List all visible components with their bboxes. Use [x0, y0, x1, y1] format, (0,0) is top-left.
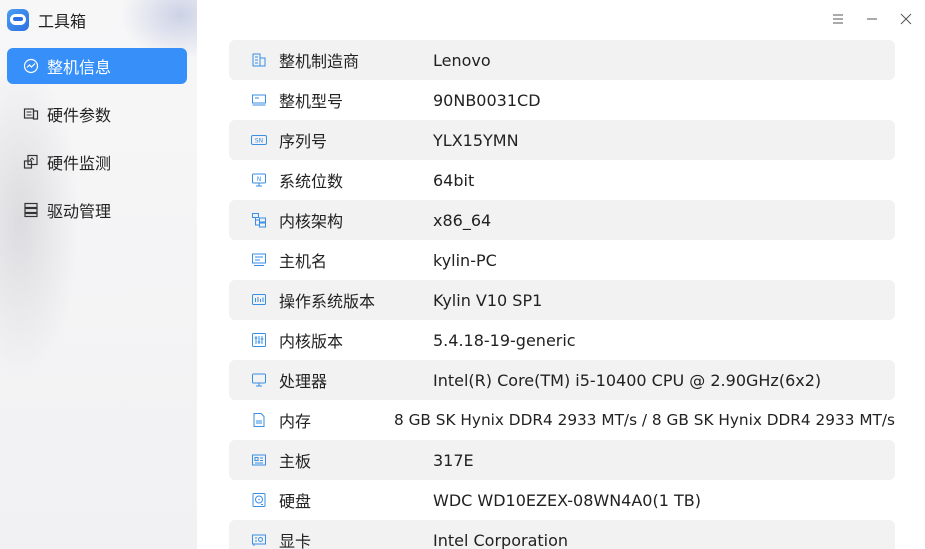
info-row-kernel-version: 内核版本 5.4.18-19-generic: [229, 320, 895, 360]
svg-text:SN: SN: [255, 138, 263, 145]
toolbox-logo-icon: [7, 9, 29, 31]
info-row-os-version: 操作系统版本 Kylin V10 SP1: [229, 280, 895, 320]
info-value: 64bit: [433, 170, 475, 190]
sidebar-item-label: 硬件参数: [47, 106, 112, 125]
sidebar: 工具箱 整机信息 硬件参数 硬件监测 驱动管理: [0, 0, 197, 549]
graphics-card-icon: [251, 532, 267, 548]
motherboard-icon: [251, 452, 267, 468]
menu-icon: [832, 10, 844, 29]
info-value: 8 GB SK Hynix DDR4 2933 MT/s / 8 GB SK H…: [393, 411, 895, 429]
sidebar-item-label: 整机信息: [47, 58, 112, 77]
info-label: 显卡: [279, 532, 312, 549]
info-label: 序列号: [279, 132, 328, 151]
info-row-manufacturer: 整机制造商 Lenovo: [229, 40, 895, 80]
sidebar-nav: 整机信息 硬件参数 硬件监测 驱动管理: [7, 48, 187, 240]
info-value: x86_64: [433, 210, 492, 230]
info-value: Intel(R) Core(TM) i5-10400 CPU @ 2.90GHz…: [433, 370, 822, 390]
info-value: Intel Corporation: [433, 530, 569, 549]
app-title: 工具箱: [38, 12, 87, 31]
close-button[interactable]: [893, 8, 919, 30]
info-row-hostname: 主机名 kylin-PC: [229, 240, 895, 280]
info-label: 硬盘: [279, 492, 312, 511]
info-row-serial: SN 序列号 YLX15YMN: [229, 120, 895, 160]
info-value: Kylin V10 SP1: [433, 290, 543, 310]
info-row-harddisk: 硬盘 WDC WD10EZEX-08WN4A0(1 TB): [229, 480, 895, 520]
kernel-version-icon: [251, 332, 267, 348]
minimize-button[interactable]: [859, 8, 885, 30]
info-row-model: 整机型号 90NB0031CD: [229, 80, 895, 120]
info-value: Lenovo: [433, 50, 491, 70]
menu-button[interactable]: [825, 8, 851, 30]
info-value: 5.4.18-19-generic: [433, 330, 576, 350]
info-icon: [23, 58, 39, 74]
monitor-icon: [23, 154, 39, 170]
info-row-memory: 内存 8 GB SK Hynix DDR4 2933 MT/s / 8 GB S…: [229, 400, 895, 440]
system-bits-icon: N: [251, 172, 267, 188]
info-value: YLX15YMN: [433, 130, 519, 150]
info-label: 操作系统版本: [279, 292, 376, 311]
info-label: 主板: [279, 452, 312, 471]
info-row-architecture: 内核架构 x86_64: [229, 200, 895, 240]
info-value: WDC WD10EZEX-08WN4A0(1 TB): [433, 490, 701, 510]
driver-icon: [23, 202, 39, 218]
info-row-processor: 处理器 Intel(R) Core(TM) i5-10400 CPU @ 2.9…: [229, 360, 895, 400]
sidebar-item-hardware-monitor[interactable]: 硬件监测: [7, 144, 187, 180]
window-controls: [825, 8, 919, 30]
info-label: 内核架构: [279, 212, 344, 231]
architecture-icon: [251, 212, 267, 228]
harddisk-icon: [251, 492, 267, 508]
close-icon: [900, 10, 912, 29]
info-label: 整机制造商: [279, 52, 360, 71]
info-value: 317E: [433, 450, 474, 470]
sidebar-item-hardware-params[interactable]: 硬件参数: [7, 96, 187, 132]
memory-icon: [251, 412, 267, 428]
info-value: 90NB0031CD: [433, 90, 541, 110]
info-label: 处理器: [279, 372, 328, 391]
info-row-motherboard: 主板 317E: [229, 440, 895, 480]
building-icon: [251, 52, 267, 68]
processor-icon: [251, 372, 267, 388]
sidebar-item-label: 驱动管理: [47, 202, 112, 221]
info-row-system-bits: N 系统位数 64bit: [229, 160, 895, 200]
info-label: 内存: [279, 412, 312, 431]
hardware-icon: [23, 106, 39, 122]
info-label: 系统位数: [279, 172, 344, 191]
hostname-icon: [251, 252, 267, 268]
sidebar-item-machine-info[interactable]: 整机信息: [7, 48, 187, 84]
minimize-icon: [866, 10, 878, 29]
info-value: kylin-PC: [433, 250, 497, 270]
os-version-icon: [251, 292, 267, 308]
info-label: 内核版本: [279, 332, 344, 351]
svg-text:N: N: [257, 176, 262, 183]
info-label: 整机型号: [279, 92, 344, 111]
serial-icon: SN: [251, 132, 267, 148]
sidebar-item-label: 硬件监测: [47, 154, 112, 173]
app-header: 工具箱: [7, 9, 86, 31]
model-icon: [251, 92, 267, 108]
info-row-graphics-card: 显卡 Intel Corporation: [229, 520, 895, 549]
sidebar-item-driver-management[interactable]: 驱动管理: [7, 192, 187, 228]
machine-info-list: 整机制造商 Lenovo 整机型号 90NB0031CD SN 序列号 YLX1…: [229, 40, 895, 549]
info-label: 主机名: [279, 252, 328, 271]
